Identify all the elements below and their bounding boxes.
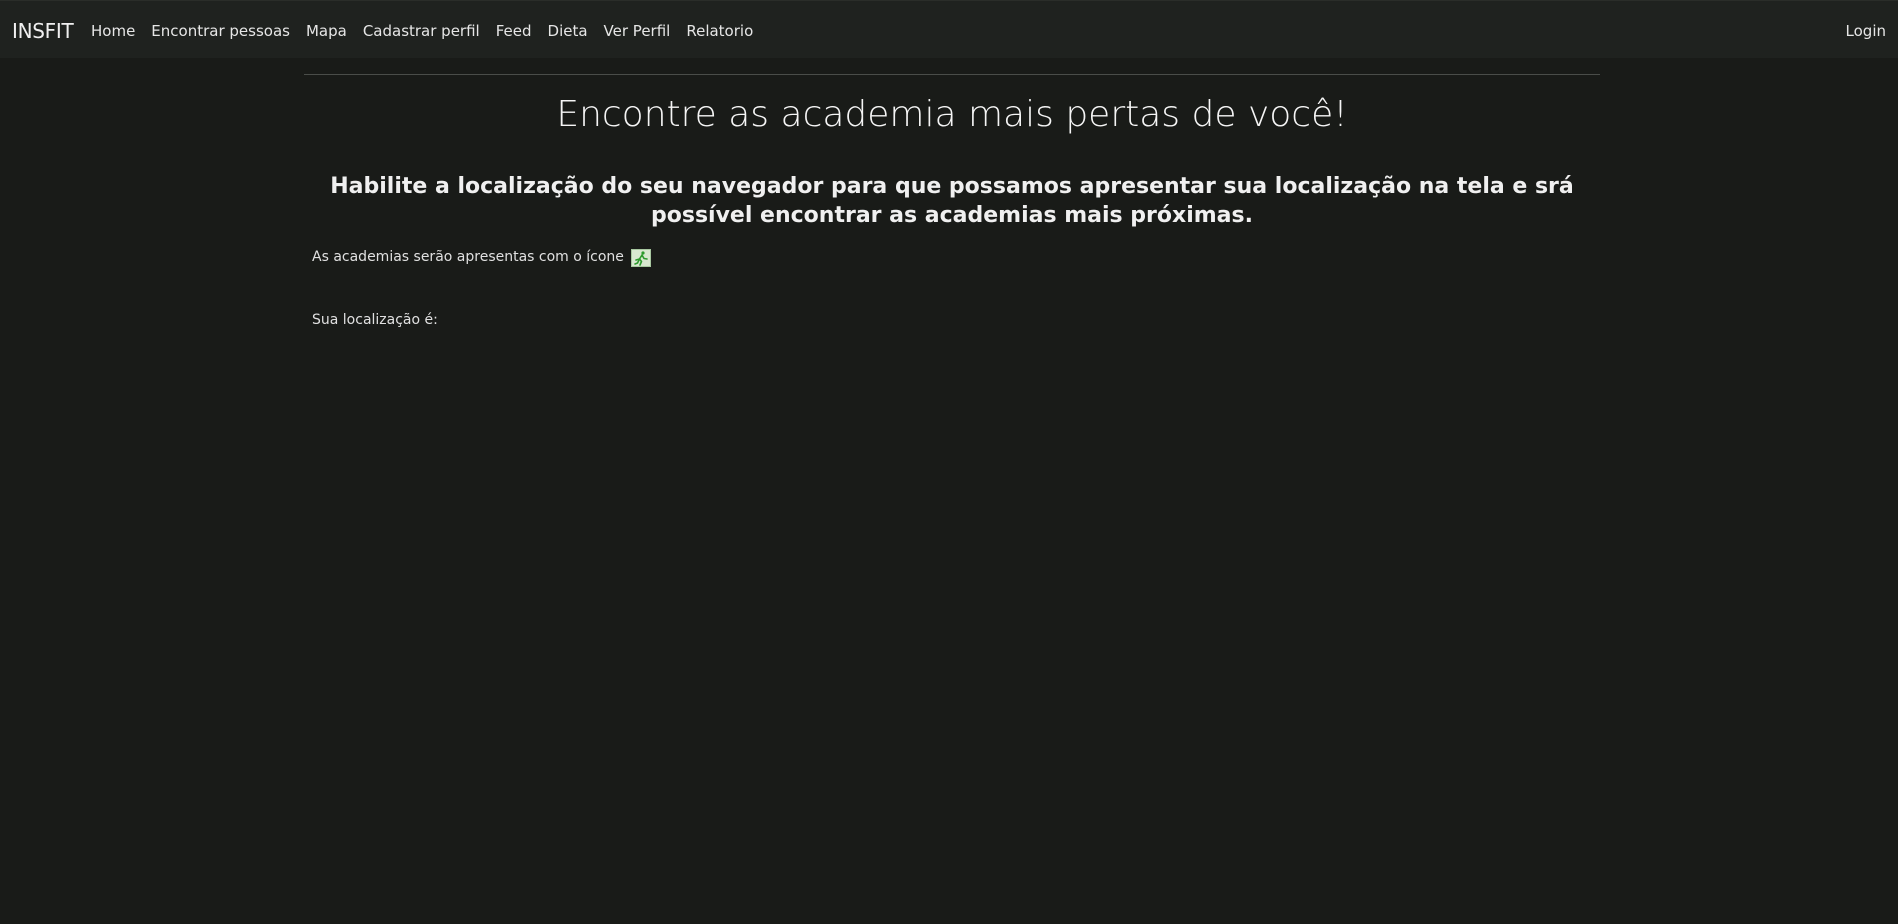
- icon-note: As academias serão apresentas com o ícon…: [312, 248, 651, 267]
- icon-note-text: As academias serão apresentas com o ícon…: [312, 249, 624, 265]
- page-subtitle: Habilite a localização do seu navegador …: [330, 174, 1574, 228]
- running-person-icon: [630, 249, 651, 267]
- nav-link-dieta[interactable]: Dieta: [548, 22, 588, 40]
- page-title: Encontre as academia mais pertas de você…: [556, 94, 1348, 135]
- brand-logo[interactable]: INSFIT: [12, 19, 74, 43]
- location-label: Sua localização é:: [312, 312, 438, 328]
- nav-link-relatorio[interactable]: Relatorio: [686, 22, 753, 40]
- nav-link-home[interactable]: Home: [91, 22, 135, 40]
- nav-link-ver-perfil[interactable]: Ver Perfil: [604, 22, 671, 40]
- nav-link-feed[interactable]: Feed: [496, 22, 532, 40]
- top-navbar: INSFIT Home Encontrar pessoas Mapa Cadas…: [0, 0, 1898, 58]
- nav-links: Home Encontrar pessoas Mapa Cadastrar pe…: [91, 22, 769, 40]
- login-link[interactable]: Login: [1846, 22, 1886, 40]
- horizontal-divider: [304, 74, 1600, 75]
- nav-link-encontrar-pessoas[interactable]: Encontrar pessoas: [151, 22, 290, 40]
- nav-link-cadastrar-perfil[interactable]: Cadastrar perfil: [363, 22, 480, 40]
- nav-link-mapa[interactable]: Mapa: [306, 22, 347, 40]
